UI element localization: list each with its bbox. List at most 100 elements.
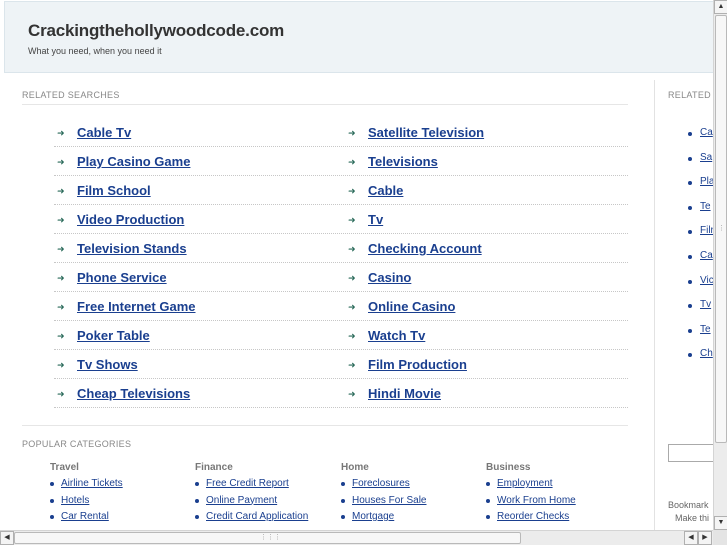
scroll-down-button[interactable]: ▼ [714, 516, 727, 530]
sidebar-link-label[interactable]: Ca [700, 250, 713, 261]
related-search-link[interactable]: Online Casino [368, 299, 455, 314]
related-search-item[interactable]: Satellite Television [354, 125, 484, 140]
bullet-icon [486, 498, 490, 503]
scroll-left-button[interactable]: ◀ [0, 531, 14, 545]
sidebar-link[interactable]: Filr [688, 225, 713, 250]
related-search-link[interactable]: Cheap Televisions [77, 386, 190, 401]
related-search-link[interactable]: Play Casino Game [77, 154, 190, 169]
sidebar-link[interactable]: Ca [688, 127, 713, 152]
related-search-item[interactable]: Online Casino [354, 299, 455, 314]
related-search-link[interactable]: Phone Service [77, 270, 167, 285]
vertical-scrollbar[interactable]: ▲ ⋮⋮ ▼ [713, 0, 727, 530]
related-search-item[interactable]: Free Internet Game [63, 299, 196, 314]
category-link[interactable]: Work From Home [486, 495, 626, 512]
related-search-item[interactable]: Play Casino Game [63, 154, 190, 169]
related-search-link[interactable]: Film Production [368, 357, 467, 372]
category-link[interactable]: Credit Card Application [195, 511, 335, 528]
related-search-item[interactable]: Cheap Televisions [63, 386, 190, 401]
sidebar-link-label[interactable]: Ca [700, 127, 713, 138]
related-search-item[interactable]: Film Production [354, 357, 467, 372]
related-search-item[interactable]: Phone Service [63, 270, 167, 285]
sidebar-link-label[interactable]: Tv [700, 299, 711, 310]
category-link-label[interactable]: Reorder Checks [497, 511, 569, 522]
related-search-link[interactable]: Poker Table [77, 328, 150, 343]
related-search-item[interactable]: Video Production [63, 212, 184, 227]
related-row: ➜ Free Internet Game ➜ Online Casino [54, 292, 628, 321]
sidebar-link[interactable]: Tv [688, 299, 713, 324]
vertical-scroll-thumb[interactable]: ⋮⋮ [715, 15, 727, 443]
related-search-link[interactable]: Hindi Movie [368, 386, 441, 401]
category-link[interactable]: Foreclosures [341, 478, 481, 495]
sidebar-link-label[interactable]: Ch [700, 348, 713, 359]
related-search-item[interactable]: Checking Account [354, 241, 482, 256]
related-search-link[interactable]: Televisions [368, 154, 438, 169]
make-homepage-link[interactable]: Make thi [675, 513, 709, 523]
category-link-label[interactable]: Car Rental [61, 511, 109, 522]
sidebar-link[interactable]: Sa [688, 152, 713, 177]
related-search-link[interactable]: Satellite Television [368, 125, 484, 140]
bookmark-link[interactable]: Bookmark [668, 500, 709, 510]
sidebar-link-label[interactable]: Vic [700, 275, 713, 286]
sidebar-link[interactable]: Ch [688, 348, 713, 373]
category-link-label[interactable]: Houses For Sale [352, 495, 426, 506]
category-link-label[interactable]: Airline Tickets [61, 478, 123, 489]
scroll-up-button[interactable]: ▲ [714, 0, 727, 14]
bullet-icon [195, 515, 199, 519]
sidebar-link[interactable]: Te [688, 201, 713, 226]
site-title[interactable]: Crackingthehollywoodcode.com [28, 21, 284, 41]
related-search-link[interactable]: Casino [368, 270, 411, 285]
horizontal-scrollbar[interactable]: ◀ ⋮⋮⋮ ◀ ▶ [0, 530, 713, 545]
category-link[interactable]: Mortgage [341, 511, 481, 528]
category-link[interactable]: Free Credit Report [195, 478, 335, 495]
related-search-item[interactable]: Television Stands [63, 241, 187, 256]
related-search-item[interactable]: Watch Tv [354, 328, 425, 343]
category-link[interactable]: Car Rental [50, 511, 190, 528]
related-search-item[interactable]: Film School [63, 183, 151, 198]
scroll-left-button-2[interactable]: ◀ [684, 531, 698, 545]
category-link-label[interactable]: Mortgage [352, 511, 394, 522]
category-link-label[interactable]: Credit Card Application [206, 511, 308, 522]
sidebar-link-label[interactable]: Pla [700, 176, 713, 187]
related-search-item[interactable]: Cable [354, 183, 403, 198]
sidebar-link-label[interactable]: Te [700, 201, 711, 212]
related-search-link[interactable]: Cable [368, 183, 403, 198]
horizontal-scroll-thumb[interactable]: ⋮⋮⋮ [14, 532, 521, 544]
related-search-link[interactable]: Free Internet Game [77, 299, 196, 314]
sidebar-link[interactable]: Te [688, 324, 713, 349]
related-search-item[interactable]: Casino [354, 270, 411, 285]
category-link[interactable]: Online Payment [195, 495, 335, 512]
sidebar-link-label[interactable]: Filr [700, 225, 713, 236]
sidebar-link-label[interactable]: Sa [700, 152, 712, 163]
category-link-label[interactable]: Employment [497, 478, 553, 489]
related-search-item[interactable]: Televisions [354, 154, 438, 169]
related-search-link[interactable]: Watch Tv [368, 328, 425, 343]
related-search-link[interactable]: Cable Tv [77, 125, 131, 140]
related-search-item[interactable]: Hindi Movie [354, 386, 441, 401]
related-search-link[interactable]: Checking Account [368, 241, 482, 256]
category-link-label[interactable]: Hotels [61, 495, 89, 506]
related-search-item[interactable]: Tv [354, 212, 383, 227]
related-search-link[interactable]: Tv Shows [77, 357, 138, 372]
category-link-label[interactable]: Foreclosures [352, 478, 410, 489]
category-link[interactable]: Houses For Sale [341, 495, 481, 512]
related-search-link[interactable]: Film School [77, 183, 151, 198]
category-link-label[interactable]: Work From Home [497, 495, 576, 506]
related-search-item[interactable]: Tv Shows [63, 357, 138, 372]
scroll-right-button[interactable]: ▶ [698, 531, 712, 545]
category-link-label[interactable]: Free Credit Report [206, 478, 289, 489]
category-link[interactable]: Airline Tickets [50, 478, 190, 495]
category-link-label[interactable]: Online Payment [206, 495, 277, 506]
sidebar-link[interactable]: Vic [688, 275, 713, 300]
sidebar-link-label[interactable]: Te [700, 324, 711, 335]
related-search-item[interactable]: Cable Tv [63, 125, 131, 140]
category-link[interactable]: Hotels [50, 495, 190, 512]
related-search-link[interactable]: Tv [368, 212, 383, 227]
sidebar-search-input[interactable] [668, 444, 713, 462]
sidebar-link[interactable]: Ca [688, 250, 713, 275]
category-link[interactable]: Reorder Checks [486, 511, 626, 528]
related-search-link[interactable]: Video Production [77, 212, 184, 227]
related-search-link[interactable]: Television Stands [77, 241, 187, 256]
sidebar-link[interactable]: Pla [688, 176, 713, 201]
category-link[interactable]: Employment [486, 478, 626, 495]
related-search-item[interactable]: Poker Table [63, 328, 150, 343]
